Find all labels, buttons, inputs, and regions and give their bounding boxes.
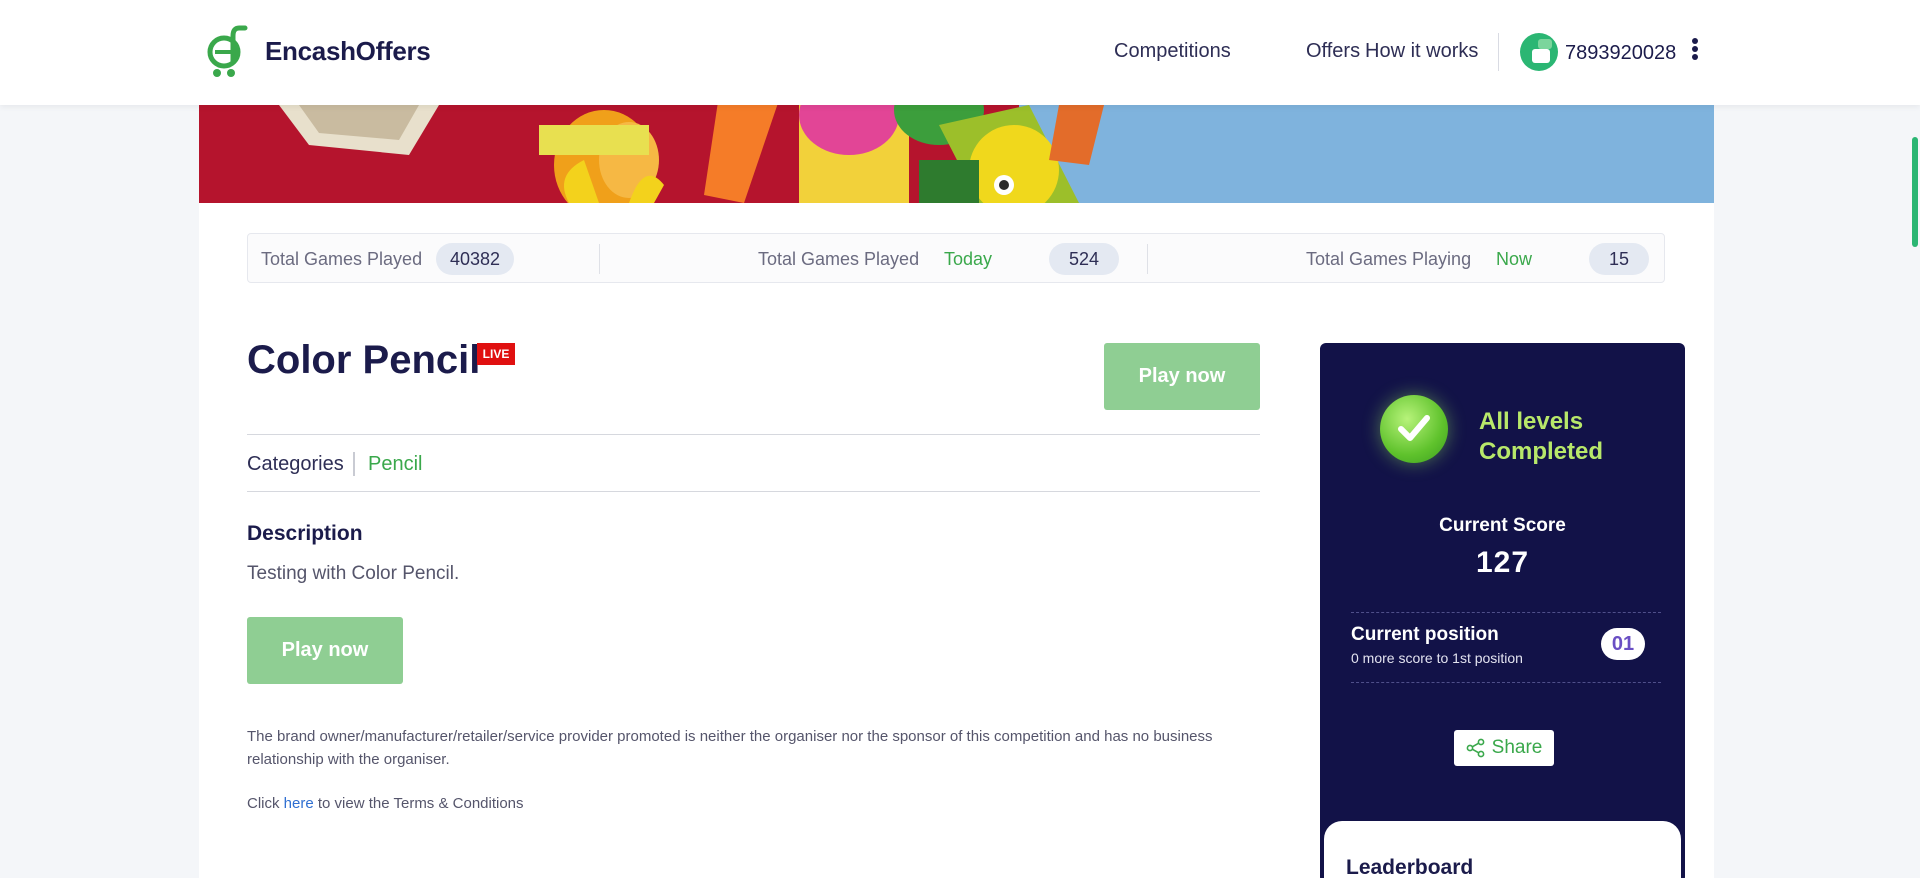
categories-separator <box>353 452 355 476</box>
share-button[interactable]: Share <box>1454 730 1554 766</box>
game-title: Color Pencil <box>247 338 481 382</box>
play-now-button-top[interactable]: Play now <box>1104 343 1260 410</box>
game-stats-bar: Total Games Played 40382 Total Games Pla… <box>247 233 1665 283</box>
share-label: Share <box>1491 737 1543 758</box>
current-score-label: Current Score <box>1439 515 1566 536</box>
live-badge: LIVE <box>477 343 515 365</box>
user-avatar[interactable] <box>1520 33 1558 71</box>
disclaimer-text: The brand owner/manufacturer/retailer/se… <box>247 728 1213 768</box>
divider <box>247 434 1260 435</box>
current-position-label: Current position <box>1351 624 1499 645</box>
description-text: Testing with Color Pencil. <box>247 563 460 584</box>
description-heading: Description <box>247 522 363 545</box>
page-scrollbar[interactable] <box>1912 137 1918 247</box>
now-tag: Now <box>1496 249 1533 269</box>
terms-here-link[interactable]: here <box>284 795 314 812</box>
brand-name: EncashOffers <box>265 35 431 66</box>
user-phone[interactable]: 7893920028 <box>1565 42 1676 65</box>
nav-divider <box>1498 33 1499 71</box>
games-playing-now-value: 15 <box>1589 243 1649 275</box>
dashed-divider <box>1351 682 1661 683</box>
stats-divider <box>1147 244 1148 274</box>
brand-logo[interactable]: EncashOffers <box>207 24 431 78</box>
divider <box>247 491 1260 492</box>
category-pencil-link[interactable]: Pencil <box>368 453 422 476</box>
games-played-today-value: 524 <box>1049 243 1119 275</box>
today-tag: Today <box>944 249 993 269</box>
position-subtext: 0 more score to 1st position <box>1351 650 1523 666</box>
all-levels-completed-text: All levels Completed <box>1479 408 1604 465</box>
games-played-today-label: Total Games Played <box>758 249 920 269</box>
play-now-button[interactable]: Play now <box>247 617 403 684</box>
categories-label: Categories <box>247 453 344 475</box>
total-games-played-label: Total Games Played <box>261 249 423 269</box>
games-playing-now-label: Total Games Playing <box>1306 249 1472 269</box>
leaderboard-section: Leaderboard <box>1324 821 1681 878</box>
nav-competitions[interactable]: Competitions <box>1114 40 1231 63</box>
top-navbar: EncashOffers Competitions Offers How it … <box>0 0 1920 105</box>
position-badge: 01 <box>1601 628 1645 660</box>
terms-prefix: Click <box>247 795 280 812</box>
stats-divider <box>599 244 600 274</box>
more-menu-icon[interactable] <box>1691 38 1699 64</box>
nav-offers[interactable]: Offers <box>1306 40 1360 63</box>
game-banner-image <box>199 105 1714 203</box>
total-games-played-value: 40382 <box>436 243 514 275</box>
nav-how-it-works[interactable]: How it works <box>1365 40 1478 63</box>
share-icon <box>1466 738 1485 758</box>
game-detail-card: Total Games Played 40382 Total Games Pla… <box>199 105 1714 878</box>
dashed-divider <box>1351 612 1661 613</box>
terms-line: Click here to view the Terms & Condition… <box>247 795 524 812</box>
check-circle-icon <box>1380 395 1448 463</box>
leaderboard-heading: Leaderboard <box>1346 856 1474 878</box>
terms-suffix: to view the Terms & Conditions <box>317 795 524 812</box>
score-panel: All levels Completed Current Score 127 C… <box>1320 343 1685 878</box>
current-score-value: 127 <box>1475 546 1530 579</box>
encash-offers-logo-icon <box>207 25 248 77</box>
